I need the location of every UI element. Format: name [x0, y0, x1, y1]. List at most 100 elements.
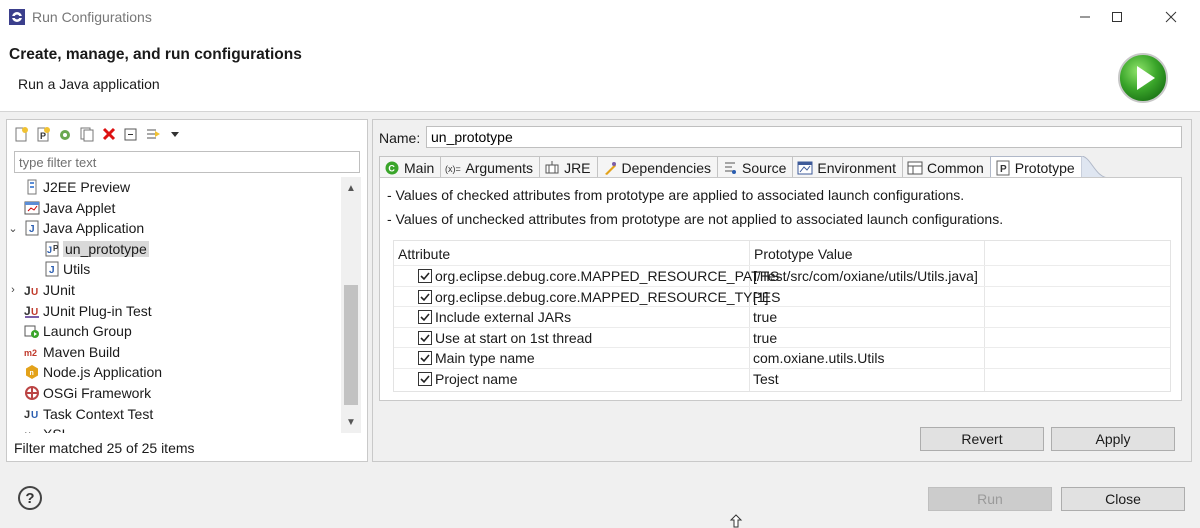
tree-item-label: Task Context Test — [43, 405, 154, 422]
filter-status: Filter matched 25 of 25 items — [14, 440, 195, 456]
tree-item[interactable]: J Utils — [43, 259, 90, 279]
view-menu-chevron-down-icon[interactable] — [166, 125, 184, 143]
tab-common[interactable]: Common — [901, 156, 991, 178]
scroll-down-icon[interactable]: ▼ — [341, 413, 361, 431]
tree-item-label: Launch Group — [43, 323, 132, 340]
junit-icon: JU — [23, 282, 40, 299]
tree-item-label: JUnit — [43, 282, 75, 298]
tab-arguments[interactable]: (x)= Arguments — [440, 156, 541, 178]
attribute-name: org.eclipse.debug.core.MAPPED_RESOURCE_P… — [435, 268, 780, 284]
tab-main[interactable]: C Main — [379, 156, 442, 178]
launch-group-icon — [23, 323, 40, 340]
attribute-checkbox[interactable] — [418, 289, 432, 304]
tree-item[interactable]: ⌄ J Java Application — [8, 218, 144, 238]
osgi-icon — [23, 385, 40, 402]
help-icon[interactable]: ? — [18, 486, 42, 510]
delete-config-icon[interactable] — [100, 125, 118, 143]
tab-dependencies[interactable]: Dependencies — [596, 156, 719, 178]
dialog-title: Create, manage, and run configurations — [9, 46, 302, 63]
tab-fold-decoration — [1080, 155, 1109, 179]
tab-label: Environment — [817, 159, 896, 176]
scrollbar-thumb[interactable] — [344, 285, 358, 405]
name-input[interactable] — [426, 126, 1182, 148]
java-application-icon: J — [23, 220, 40, 237]
tree-item-label: un_prototype — [63, 240, 149, 257]
tab-label: Main — [404, 159, 435, 176]
table-row[interactable]: Main type name com.oxiane.utils.Utils — [394, 347, 1170, 368]
svg-text:C: C — [388, 163, 395, 173]
prototype-description-1: - Values of checked attributes from prot… — [387, 187, 965, 203]
chevron-down-icon[interactable]: ⌄ — [7, 218, 21, 238]
new-config-icon[interactable] — [12, 125, 30, 143]
attribute-checkbox[interactable] — [418, 310, 432, 325]
new-prototype-icon[interactable]: P — [34, 125, 52, 143]
table-header: Attribute Prototype Value — [394, 241, 1170, 265]
tree-item[interactable]: › J U JUnit — [11, 280, 75, 300]
filter-config-icon[interactable] — [144, 125, 162, 143]
export-config-icon[interactable] — [56, 125, 74, 143]
table-row[interactable]: org.eclipse.debug.core.MAPPED_RESOURCE_T… — [394, 285, 1170, 307]
tab-label: Dependencies — [621, 159, 712, 176]
tab-jre[interactable]: JRE — [539, 156, 598, 178]
svg-text:P: P — [53, 244, 59, 253]
close-window-button[interactable] — [1148, 0, 1194, 34]
prototype-value: true — [753, 329, 778, 346]
xsl-icon: ✕ — [23, 426, 40, 433]
dialog-subtitle: Run a Java application — [18, 76, 160, 92]
attribute-checkbox[interactable] — [418, 351, 432, 366]
config-toolbar: P — [12, 123, 184, 145]
run-button[interactable]: Run — [928, 487, 1052, 511]
tree-item[interactable]: OSGi Framework — [23, 383, 151, 403]
attribute-name: Main type name — [435, 350, 535, 367]
scroll-up-icon[interactable]: ▲ — [341, 179, 361, 197]
attribute-checkbox[interactable] — [418, 372, 432, 386]
chevron-right-icon[interactable]: › — [7, 280, 21, 300]
tree-item-label: OSGi Framework — [43, 385, 152, 401]
apply-button[interactable]: Apply — [1051, 427, 1175, 451]
table-row[interactable]: org.eclipse.debug.core.MAPPED_RESOURCE_P… — [394, 265, 1170, 286]
eclipse-app-icon — [8, 8, 26, 26]
tree-scrollbar[interactable]: ▲ ▼ — [341, 177, 361, 433]
column-header-attribute[interactable]: Attribute — [398, 246, 450, 262]
close-button[interactable]: Close — [1061, 487, 1185, 511]
svg-text:✕: ✕ — [24, 430, 32, 433]
table-row[interactable]: Project name Test — [394, 368, 1170, 389]
table-row[interactable]: Include external JARs true — [394, 306, 1170, 327]
tree-item-label: Java Applet — [43, 199, 116, 216]
tab-label: Prototype — [1014, 159, 1075, 176]
tree-item[interactable]: J2EE Preview — [23, 177, 130, 197]
tab-environment[interactable]: Environment — [792, 156, 903, 178]
maximize-button[interactable] — [1094, 0, 1140, 34]
tree-item[interactable]: n Node.js Application — [23, 362, 162, 382]
tree-item[interactable]: ✕ XSL — [23, 424, 70, 433]
name-label: Name: — [379, 130, 421, 146]
tab-prototype[interactable]: P Prototype — [989, 156, 1082, 178]
environment-tab-icon — [797, 160, 813, 176]
svg-text:J: J — [24, 284, 31, 298]
revert-button[interactable]: Revert — [920, 427, 1044, 451]
tab-label: Source — [742, 159, 787, 176]
tree-item[interactable]: J U JUnit Plug-in Test — [23, 301, 152, 321]
collapse-all-icon[interactable] — [122, 125, 140, 143]
tree-item[interactable]: m2 Maven Build — [23, 342, 121, 362]
filter-input[interactable] — [14, 151, 360, 173]
tab-source[interactable]: Source — [717, 156, 794, 178]
duplicate-config-icon[interactable] — [78, 125, 96, 143]
attribute-checkbox[interactable] — [418, 269, 432, 283]
attribute-checkbox[interactable] — [418, 330, 432, 345]
column-header-prototype-value[interactable]: Prototype Value — [754, 246, 853, 262]
svg-text:J: J — [49, 265, 55, 276]
prototype-tab-icon: P — [995, 160, 1011, 176]
tree-item[interactable]: J Pun_prototype — [43, 239, 149, 259]
table-row[interactable]: Use at start on 1st thread true — [394, 326, 1170, 348]
tree-item[interactable]: Java Applet — [23, 198, 115, 218]
svg-text:P: P — [40, 131, 46, 141]
svg-text:J: J — [24, 409, 30, 421]
tree-item[interactable]: J U Task Context Test — [23, 404, 154, 424]
tree-item[interactable]: Launch Group — [23, 321, 132, 341]
svg-text:J: J — [29, 224, 35, 235]
svg-text:m2: m2 — [24, 348, 37, 358]
